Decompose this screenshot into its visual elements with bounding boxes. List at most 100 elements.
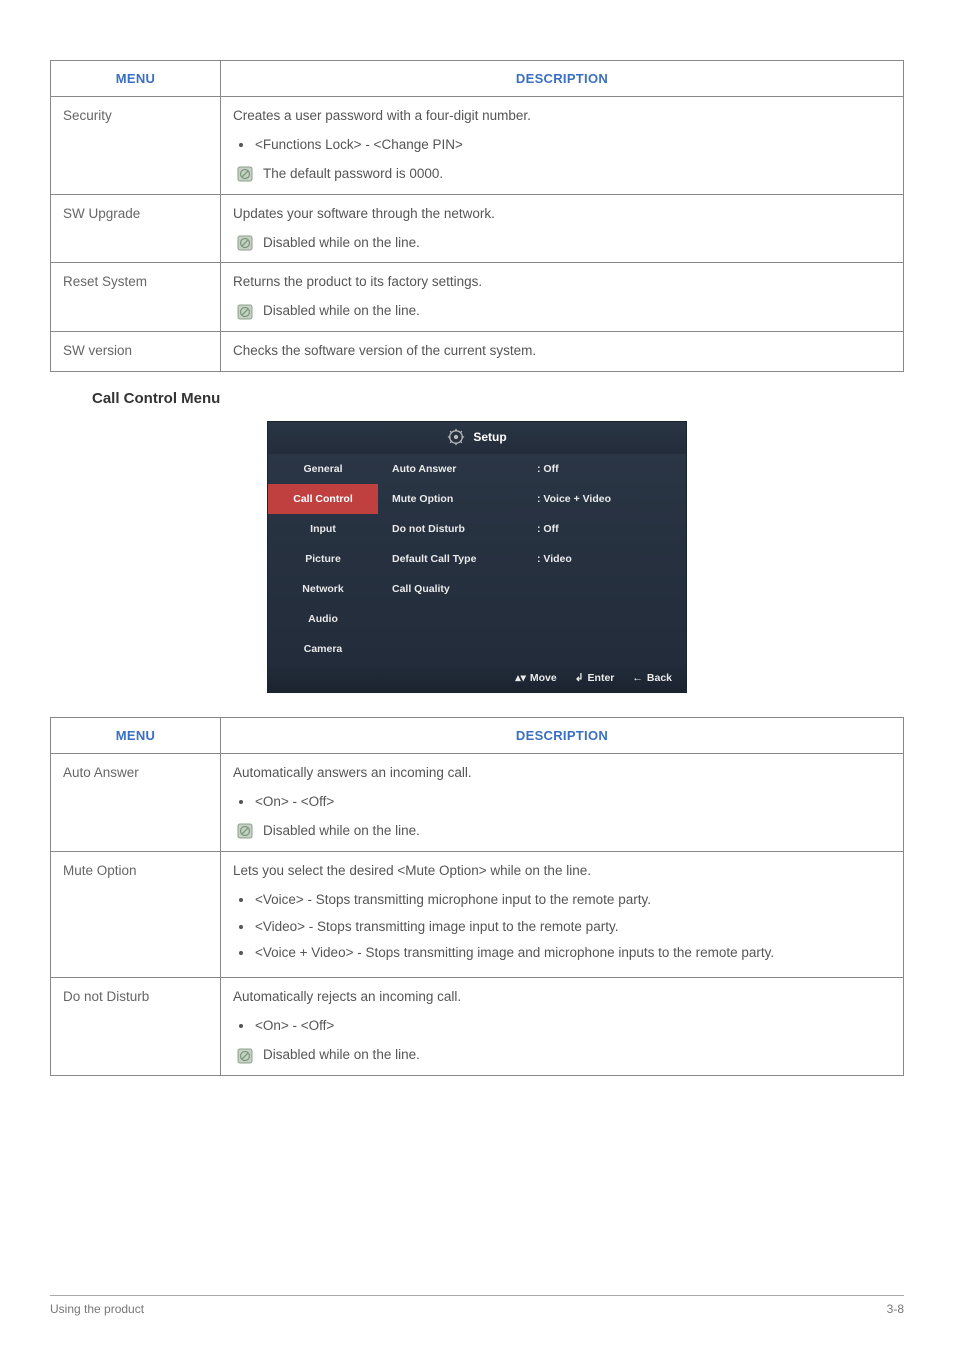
footer-left: Using the product	[50, 1302, 144, 1316]
bullet-text: <On> - <Off>	[255, 793, 334, 812]
note-line: Disabled while on the line.	[233, 1046, 891, 1065]
bullet-icon	[239, 800, 243, 804]
note-text: Disabled while on the line.	[263, 302, 420, 321]
footer-enter-text: Enter	[588, 672, 615, 684]
setup-row[interactable]: Mute Option : Voice + Video	[378, 484, 686, 514]
menu-cell: Do not Disturb	[51, 978, 221, 1076]
nav-audio[interactable]: Audio	[268, 604, 378, 634]
nav-picture[interactable]: Picture	[268, 544, 378, 574]
table1-head-menu: MENU	[51, 61, 221, 97]
nav-general[interactable]: General	[268, 454, 378, 484]
row-label: Auto Answer	[392, 463, 537, 475]
note-text: The default password is 0000.	[263, 165, 443, 184]
bullet-icon	[239, 951, 243, 955]
setup-row[interactable]: Default Call Type : Video	[378, 544, 686, 574]
row-label: Call Quality	[392, 583, 537, 595]
note-text: Disabled while on the line.	[263, 822, 420, 841]
setup-content: Auto Answer : Off Mute Option : Voice + …	[378, 454, 686, 664]
bullet-icon	[239, 898, 243, 902]
table2-head-desc: DESCRIPTION	[221, 718, 904, 754]
desc-cell: Automatically answers an incoming call. …	[221, 754, 904, 852]
table1-head-desc: DESCRIPTION	[221, 61, 904, 97]
bullet-icon	[239, 1024, 243, 1028]
bullet-text: <Voice + Video> - Stops transmitting ima…	[255, 944, 774, 963]
footer-back: ← Back	[632, 672, 672, 684]
desc-text: Automatically answers an incoming call.	[233, 764, 891, 783]
footer-move: ▴▾ Move	[515, 672, 556, 684]
setup-body: General Call Control Input Picture Netwo…	[268, 454, 686, 664]
menu-cell: SW Upgrade	[51, 194, 221, 263]
bullet-text: <Functions Lock> - <Change PIN>	[255, 136, 463, 155]
nav-camera[interactable]: Camera	[268, 634, 378, 664]
note-line: The default password is 0000.	[233, 165, 891, 184]
setup-nav: General Call Control Input Picture Netwo…	[268, 454, 378, 664]
desc-text: Checks the software version of the curre…	[233, 342, 891, 361]
prohibit-icon	[237, 823, 253, 839]
bullet-text: <Voice> - Stops transmitting microphone …	[255, 891, 651, 910]
prohibit-icon	[237, 304, 253, 320]
nav-input[interactable]: Input	[268, 514, 378, 544]
desc-cell: Updates your software through the networ…	[221, 194, 904, 263]
note-line: Disabled while on the line.	[233, 822, 891, 841]
gear-icon	[447, 428, 465, 446]
updown-icon: ▴▾	[515, 672, 526, 684]
prohibit-icon	[237, 235, 253, 251]
desc-cell: Lets you select the desired <Mute Option…	[221, 851, 904, 978]
prohibit-icon	[237, 1048, 253, 1064]
setup-row[interactable]: Call Quality	[378, 574, 686, 604]
desc-text: Lets you select the desired <Mute Option…	[233, 862, 891, 881]
desc-text: Updates your software through the networ…	[233, 205, 891, 224]
desc-text: Automatically rejects an incoming call.	[233, 988, 891, 1007]
page-footer: Using the product 3-8	[50, 1295, 904, 1316]
back-arrow-icon: ←	[632, 672, 643, 684]
row-value: : Off	[537, 523, 682, 535]
nav-network[interactable]: Network	[268, 574, 378, 604]
enter-icon: ↲	[575, 672, 584, 684]
menu-cell: Auto Answer	[51, 754, 221, 852]
bullet-line: <Voice> - Stops transmitting microphone …	[233, 891, 891, 910]
table-row: Security Creates a user password with a …	[51, 97, 904, 195]
table-row: Reset System Returns the product to its …	[51, 263, 904, 332]
bullet-line: <Voice + Video> - Stops transmitting ima…	[233, 944, 891, 963]
footer-enter: ↲ Enter	[575, 672, 615, 684]
menu-cell: SW version	[51, 332, 221, 372]
bullet-line: <On> - <Off>	[233, 1017, 891, 1036]
desc-cell: Automatically rejects an incoming call. …	[221, 978, 904, 1076]
desc-cell: Checks the software version of the curre…	[221, 332, 904, 372]
footer-move-text: Move	[530, 672, 557, 684]
bullet-icon	[239, 925, 243, 929]
setup-footer: ▴▾ Move ↲ Enter ← Back	[268, 664, 686, 692]
table-row: SW version Checks the software version o…	[51, 332, 904, 372]
menu-table-1: MENU DESCRIPTION Security Creates a user…	[50, 60, 904, 372]
setup-row[interactable]: Do not Disturb : Off	[378, 514, 686, 544]
row-value: : Off	[537, 463, 682, 475]
row-label: Default Call Type	[392, 553, 537, 565]
setup-osd: Setup General Call Control Input Picture…	[267, 421, 687, 693]
menu-cell: Reset System	[51, 263, 221, 332]
footer-right: 3-8	[887, 1302, 904, 1316]
setup-row[interactable]: Auto Answer : Off	[378, 454, 686, 484]
footer-back-text: Back	[647, 672, 672, 684]
menu-cell: Security	[51, 97, 221, 195]
table-row: Do not Disturb Automatically rejects an …	[51, 978, 904, 1076]
table-row: Auto Answer Automatically answers an inc…	[51, 754, 904, 852]
nav-call-control[interactable]: Call Control	[268, 484, 378, 514]
bullet-text: <Video> - Stops transmitting image input…	[255, 918, 618, 937]
setup-title: Setup	[473, 430, 506, 444]
table-row: Mute Option Lets you select the desired …	[51, 851, 904, 978]
note-text: Disabled while on the line.	[263, 234, 420, 253]
desc-text: Creates a user password with a four-digi…	[233, 107, 891, 126]
row-value: : Voice + Video	[537, 493, 682, 505]
row-value: : Video	[537, 553, 682, 565]
table2-head-menu: MENU	[51, 718, 221, 754]
bullet-line: <On> - <Off>	[233, 793, 891, 812]
desc-text: Returns the product to its factory setti…	[233, 273, 891, 292]
bullet-text: <On> - <Off>	[255, 1017, 334, 1036]
bullet-line: <Video> - Stops transmitting image input…	[233, 918, 891, 937]
desc-cell: Returns the product to its factory setti…	[221, 263, 904, 332]
prohibit-icon	[237, 166, 253, 182]
table-row: SW Upgrade Updates your software through…	[51, 194, 904, 263]
note-line: Disabled while on the line.	[233, 302, 891, 321]
bullet-icon	[239, 143, 243, 147]
note-text: Disabled while on the line.	[263, 1046, 420, 1065]
